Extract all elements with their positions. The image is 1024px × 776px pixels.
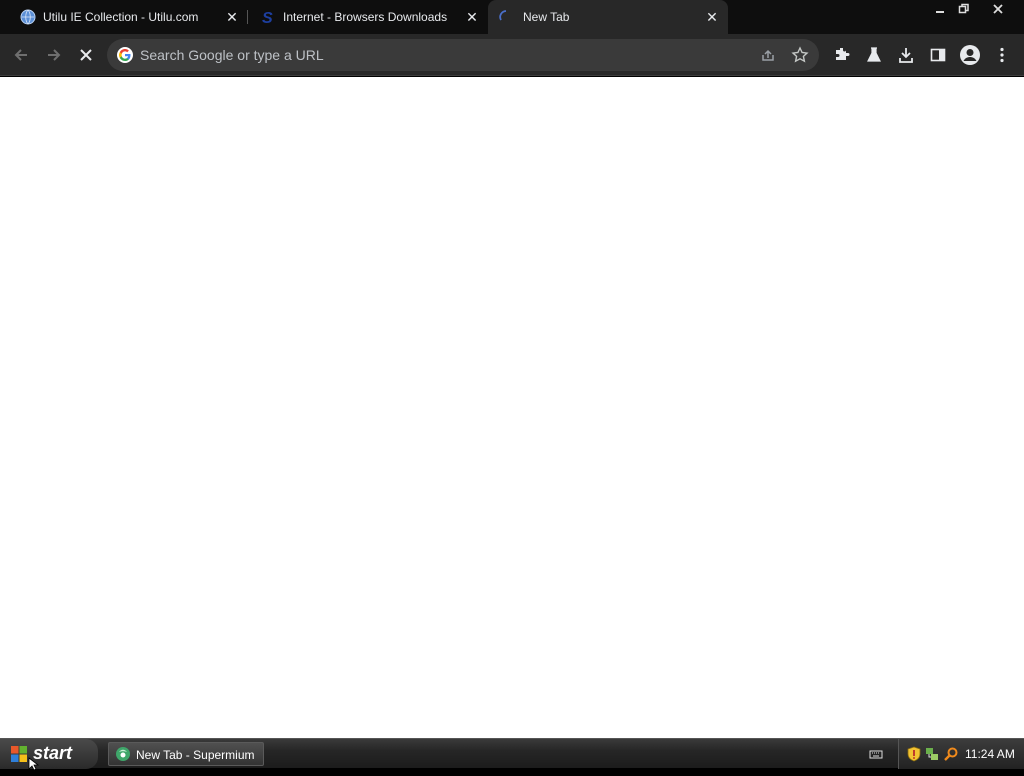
tab-browsers-downloads[interactable]: S Internet - Browsers Downloads ✕	[240, 0, 488, 34]
system-tray: 11:24 AM	[898, 739, 1024, 769]
taskbar-item-label: New Tab - Supermium	[136, 748, 255, 762]
browser-toolbar	[0, 34, 1024, 76]
keyboard-icon[interactable]	[869, 747, 883, 761]
security-shield-icon[interactable]	[907, 746, 921, 762]
omnibox[interactable]	[107, 39, 819, 71]
profile-avatar-icon[interactable]	[958, 43, 982, 67]
download-icon[interactable]	[894, 43, 918, 67]
extensions-icon[interactable]	[830, 43, 854, 67]
start-button[interactable]: start	[0, 739, 98, 769]
taskbar: start New Tab - Supermium 11:24 AM	[0, 738, 1024, 771]
tab-close-icon[interactable]: ✕	[224, 9, 240, 25]
search-icon[interactable]	[943, 746, 959, 762]
clock: 11:24 AM	[965, 747, 1015, 761]
menu-kebab-icon[interactable]	[990, 43, 1014, 67]
tab-strip: Utilu IE Collection - Utilu.com ✕ S Inte…	[0, 0, 1024, 34]
tab-title: Utilu IE Collection - Utilu.com	[43, 10, 199, 24]
mouse-cursor-icon	[28, 757, 40, 771]
tab-title: New Tab	[523, 10, 570, 24]
tab-close-icon[interactable]: ✕	[464, 9, 480, 25]
forward-arrow-icon[interactable]	[42, 43, 66, 67]
supermium-icon	[115, 746, 131, 762]
close-icon[interactable]	[986, 0, 1010, 18]
svg-text:S: S	[262, 10, 273, 25]
minimize-icon[interactable]	[928, 0, 952, 18]
side-panel-icon[interactable]	[926, 43, 950, 67]
s-logo-icon: S	[260, 9, 276, 27]
share-icon[interactable]	[759, 46, 777, 64]
google-g-icon	[117, 47, 133, 63]
labs-flask-icon[interactable]	[862, 43, 886, 67]
tab-new-tab[interactable]: New Tab ✕	[488, 0, 728, 34]
tab-title: Internet - Browsers Downloads	[283, 10, 448, 24]
globe-icon	[20, 9, 36, 25]
tab-utilu[interactable]: Utilu IE Collection - Utilu.com ✕	[0, 0, 248, 34]
page-content-area[interactable]	[0, 77, 1024, 738]
taskbar-item-supermium[interactable]: New Tab - Supermium	[108, 742, 264, 766]
windows-logo-icon	[10, 745, 28, 763]
restore-icon[interactable]	[952, 0, 976, 18]
stop-loading-icon[interactable]	[74, 43, 98, 67]
omnibox-input[interactable]	[140, 45, 740, 65]
tab-close-icon[interactable]: ✕	[704, 9, 720, 25]
loading-spinner-icon	[498, 9, 514, 25]
bookmark-star-icon[interactable]	[791, 46, 809, 64]
network-icon[interactable]	[925, 746, 939, 762]
back-arrow-icon[interactable]	[9, 43, 33, 67]
